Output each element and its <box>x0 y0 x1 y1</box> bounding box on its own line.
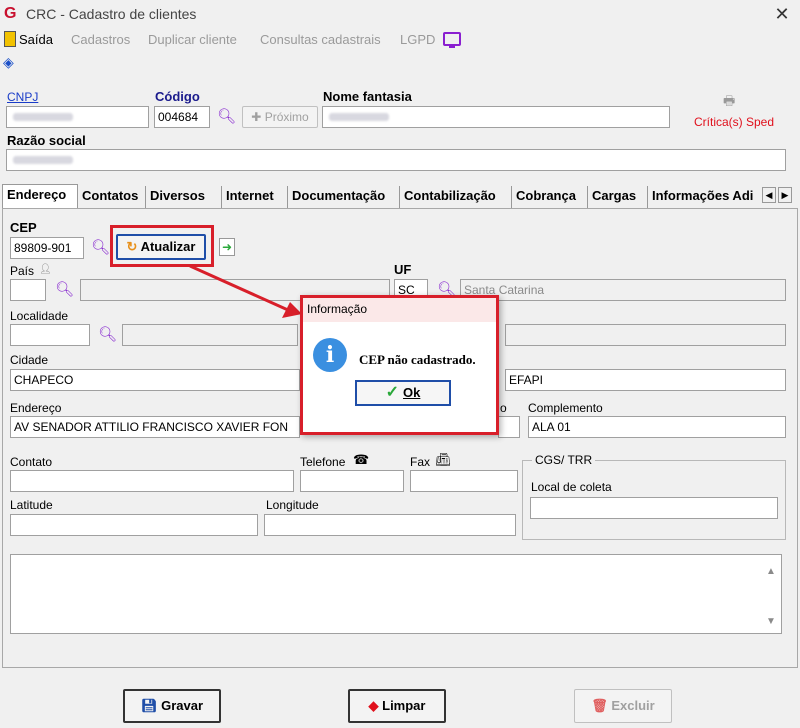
cep-field[interactable]: 89809-901 <box>10 237 84 259</box>
localidade-extra-field <box>505 324 786 346</box>
gravar-button[interactable]: 💾︎ Gravar <box>123 689 221 723</box>
info-dialog: Informação i CEP não cadastrado. ✓ Ok <box>300 295 499 435</box>
latitude-label: Latitude <box>10 498 53 512</box>
app-logo-icon: G <box>4 5 17 22</box>
dialog-message: CEP não cadastrado. <box>359 352 476 367</box>
localidade-label: Localidade <box>10 309 69 323</box>
cidade-field[interactable]: CHAPECO <box>10 369 300 391</box>
cnpj-field[interactable] <box>6 106 149 128</box>
longitude-field[interactable] <box>264 514 516 536</box>
monitor-icon[interactable] <box>443 32 461 48</box>
fax-field[interactable] <box>410 470 518 492</box>
scroll-up-icon[interactable]: ▲ <box>766 566 776 577</box>
eraser-icon: ◆ <box>368 698 383 713</box>
diamond-icon[interactable]: ◈ <box>3 55 17 69</box>
observacoes-textarea[interactable] <box>10 554 782 634</box>
endereco-field[interactable]: AV SENADOR ATTILIO FRANCISCO XAVIER FON <box>10 416 300 438</box>
tab-cargas[interactable]: Cargas <box>588 186 648 208</box>
criticas-sped-link[interactable]: Crítica(s) Sped <box>694 115 774 129</box>
tab-internet[interactable]: Internet <box>222 186 288 208</box>
complemento-label: Complemento <box>528 401 603 415</box>
tab-cobranca[interactable]: Cobrança <box>512 186 588 208</box>
pais-code-field[interactable] <box>10 279 46 301</box>
tab-informacoes-adicionais[interactable]: Informações Adi <box>648 186 762 208</box>
estado-field: Santa Catarina <box>460 279 786 301</box>
window-title: CRC - Cadastro de clientes <box>26 6 197 22</box>
menu-duplicar-cliente[interactable]: Duplicar cliente <box>148 32 237 47</box>
menu-consultas-cadastrais[interactable]: Consultas cadastrais <box>260 32 381 47</box>
tab-scroll-right-icon[interactable]: ▶ <box>778 187 792 203</box>
excluir-button[interactable]: 🗑︎ Excluir <box>574 689 672 723</box>
cnpj-link[interactable]: CNPJ <box>7 90 38 104</box>
localidade-code-field[interactable] <box>10 324 90 346</box>
tab-contatos[interactable]: Contatos <box>78 186 146 208</box>
tab-documentacao[interactable]: Documentação <box>288 186 400 208</box>
limpar-button[interactable]: ◆ Limpar <box>348 689 446 723</box>
refresh-icon: ↻ <box>126 239 141 254</box>
tab-endereco[interactable]: Endereço <box>2 184 78 208</box>
fax-icon: 📠︎ <box>435 452 452 467</box>
numero-field[interactable] <box>498 416 520 438</box>
uf-label: UF <box>394 262 412 277</box>
cep-label: CEP <box>10 220 37 235</box>
printer-icon[interactable]: 🖶︎ <box>723 92 743 108</box>
exit-door-icon <box>4 31 16 47</box>
trash-icon: 🗑︎ <box>591 698 612 713</box>
cidade-label: Cidade <box>10 353 49 367</box>
person-icon: 👤︎ <box>39 264 52 275</box>
search-icon[interactable]: 🔍︎ <box>217 109 236 125</box>
cgs-trr-label: CGS/ TRR <box>532 453 596 467</box>
local-coleta-field[interactable] <box>530 497 778 519</box>
longitude-label: Longitude <box>266 498 319 512</box>
contato-label: Contato <box>10 455 53 469</box>
dialog-title: Informação <box>303 298 496 322</box>
info-icon: i <box>313 338 347 372</box>
telephone-icon: ☎ <box>353 452 370 467</box>
numero-label: o <box>500 401 507 415</box>
endereco-label: Endereço <box>10 401 62 415</box>
save-icon: 💾︎ <box>140 698 162 713</box>
check-icon: ✓ <box>385 384 400 401</box>
menu-saida[interactable]: Saída <box>19 32 53 47</box>
search-icon[interactable]: 🔍︎ <box>55 282 74 298</box>
search-icon[interactable]: 🔍︎ <box>91 240 110 256</box>
nome-fantasia-field[interactable] <box>322 106 670 128</box>
menu-lgpd[interactable]: LGPD <box>400 32 435 47</box>
local-coleta-label: Local de coleta <box>531 480 612 494</box>
tab-contabilizacao[interactable]: Contabilização <box>400 186 512 208</box>
pais-label: País <box>10 264 35 278</box>
plus-icon: ✚ <box>251 110 265 124</box>
razao-social-label: Razão social <box>7 133 86 148</box>
nome-fantasia-label: Nome fantasia <box>323 89 412 104</box>
proximo-button[interactable]: ✚ Próximo <box>242 106 318 128</box>
menu-cadastros[interactable]: Cadastros <box>71 32 130 47</box>
tab-diversos[interactable]: Diversos <box>146 186 222 208</box>
ok-button[interactable]: ✓ Ok <box>355 380 451 406</box>
fax-label: Fax <box>410 455 431 469</box>
close-window-button[interactable]: ✕ <box>770 2 794 26</box>
localidade-name-field <box>122 324 298 346</box>
complemento-field[interactable]: ALA 01 <box>528 416 786 438</box>
export-icon[interactable]: ➜ <box>219 238 235 256</box>
codigo-label: Código <box>155 89 200 104</box>
latitude-field[interactable] <box>10 514 258 536</box>
telefone-field[interactable] <box>300 470 404 492</box>
codigo-field[interactable]: 004684 <box>154 106 210 128</box>
razao-social-field[interactable] <box>6 149 786 171</box>
bairro-field[interactable]: EFAPI <box>505 369 786 391</box>
atualizar-button[interactable]: ↻ Atualizar <box>116 234 206 260</box>
search-icon[interactable]: 🔍︎ <box>98 327 117 343</box>
telefone-label: Telefone <box>300 455 346 469</box>
scroll-down-icon[interactable]: ▼ <box>766 616 776 627</box>
tab-scroll-left-icon[interactable]: ◀ <box>762 187 776 203</box>
contato-field[interactable] <box>10 470 294 492</box>
